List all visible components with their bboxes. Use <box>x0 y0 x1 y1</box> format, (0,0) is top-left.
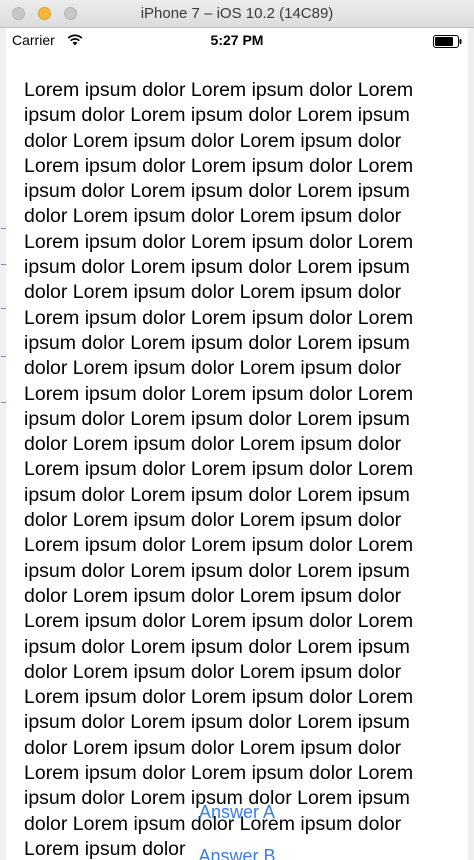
device-screen: Carrier 5:27 PM Lorem ipsum dolor Lorem … <box>6 28 468 860</box>
answer-b-button[interactable]: Answer B <box>6 846 468 860</box>
status-bar: Carrier 5:27 PM <box>6 28 468 54</box>
battery-icon <box>433 35 462 48</box>
lorem-body-text: Lorem ipsum dolor Lorem ipsum dolor Lore… <box>24 79 414 860</box>
window-titlebar: iPhone 7 – iOS 10.2 (14C89) <box>0 0 474 28</box>
status-time: 5:27 PM <box>210 32 264 48</box>
window-title: iPhone 7 – iOS 10.2 (14C89) <box>140 5 334 22</box>
simulator-window: iPhone 7 – iOS 10.2 (14C89) Carrier 5:27… <box>0 0 474 860</box>
answer-a-button[interactable]: Answer A <box>6 802 468 823</box>
